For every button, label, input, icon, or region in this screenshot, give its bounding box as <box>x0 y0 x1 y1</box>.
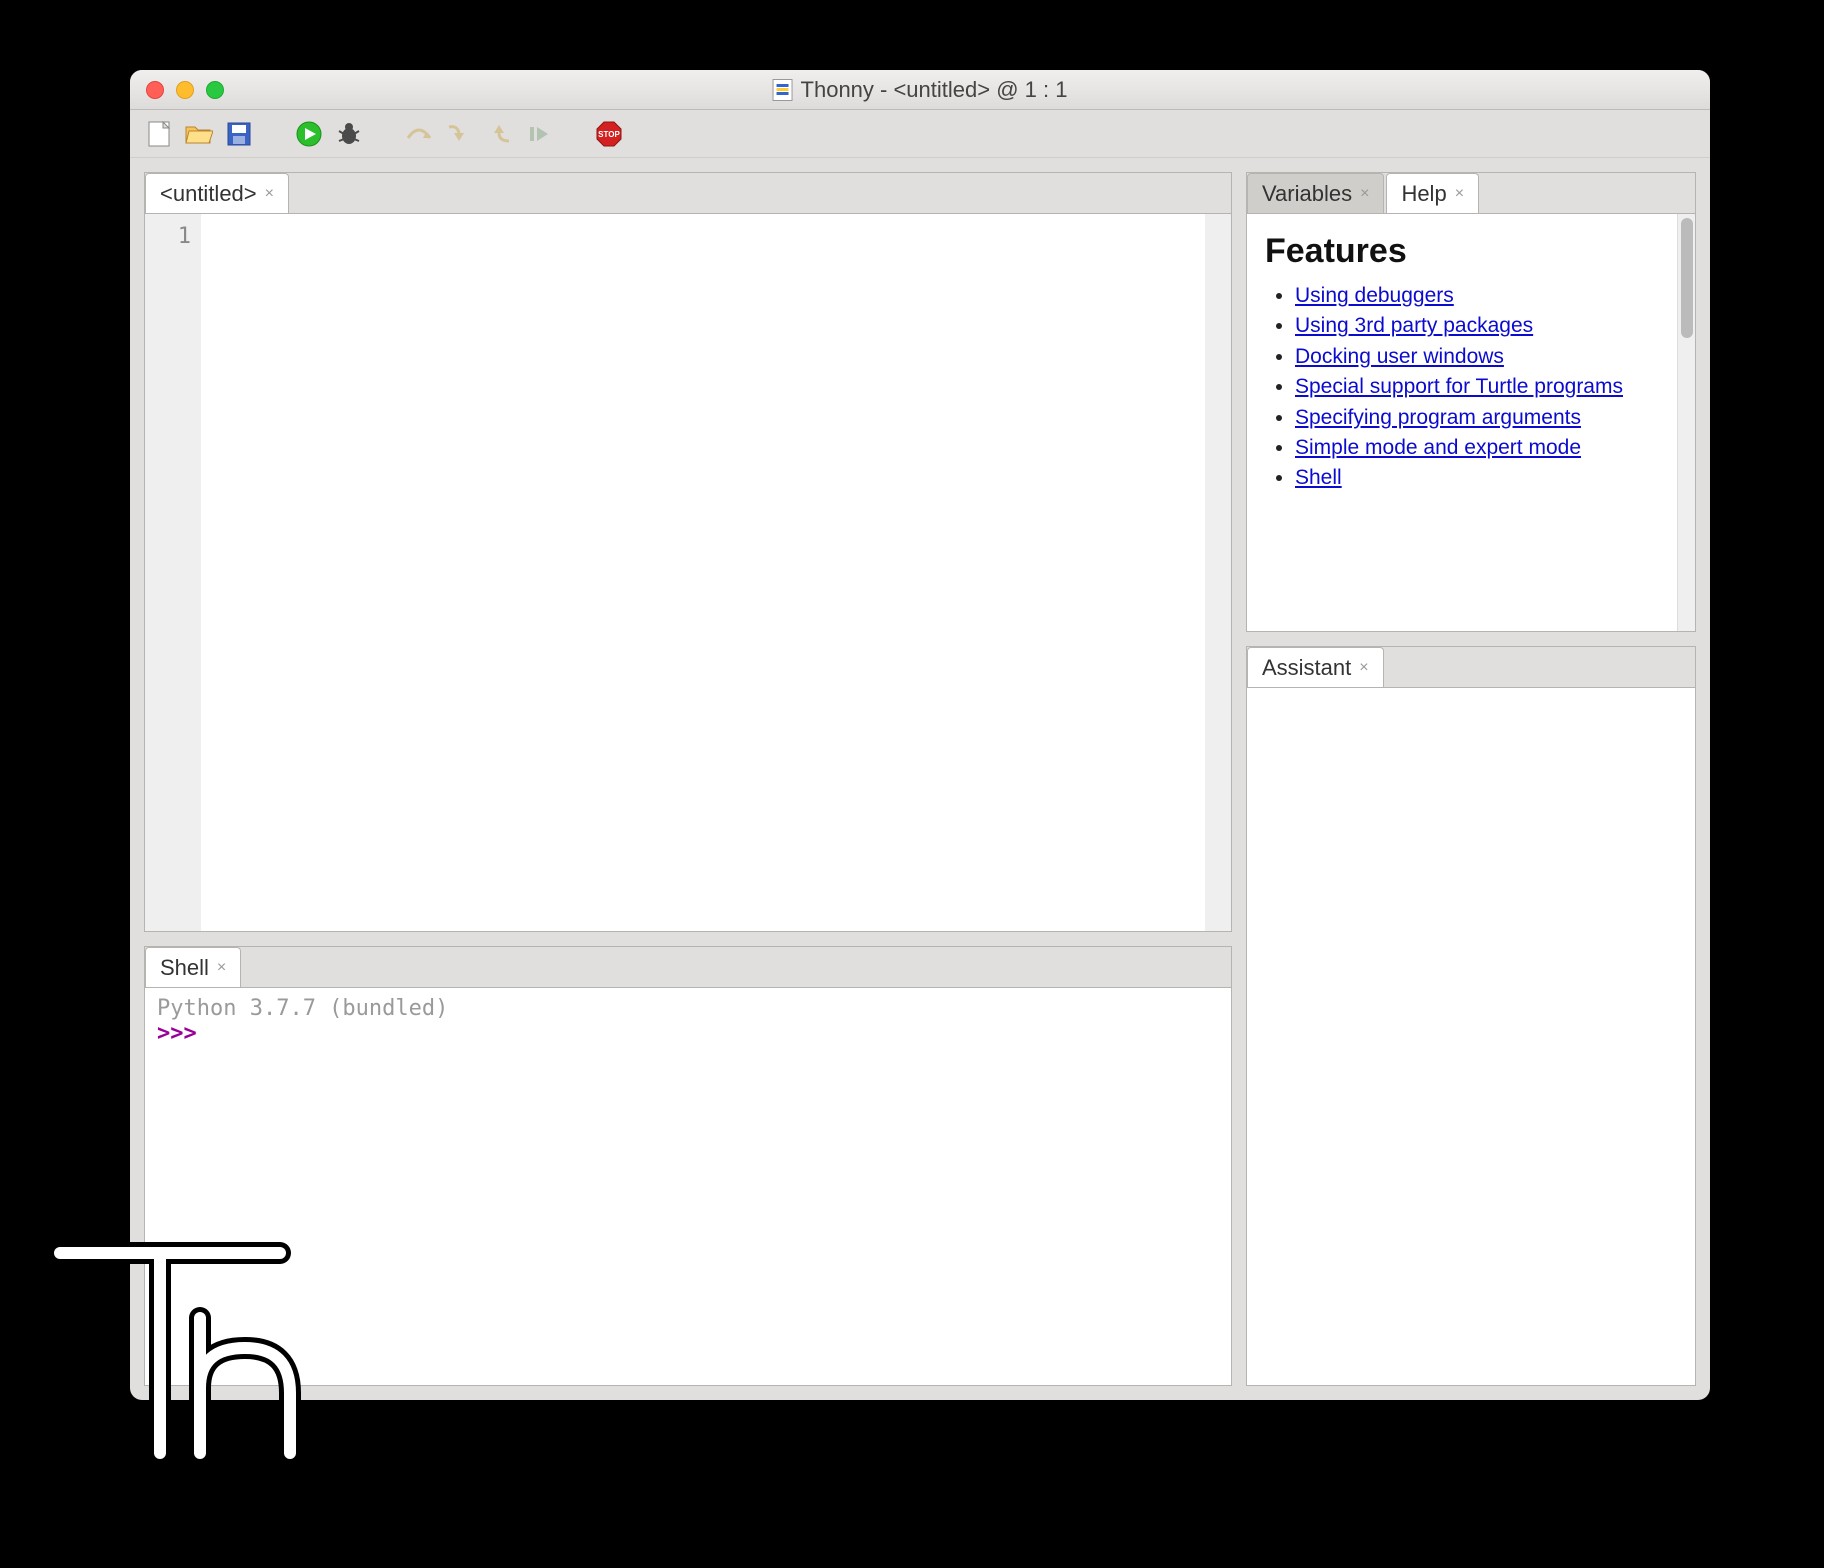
run-icon <box>296 121 322 147</box>
assistant-tab-label: Assistant <box>1262 655 1351 681</box>
workspace: <untitled> × 1 <box>130 158 1710 1400</box>
titlebar: Thonny - <untitled> @ 1 : 1 <box>130 70 1710 110</box>
shell-panel: Shell × Python 3.7.7 (bundled) >>> <box>144 946 1232 1386</box>
help-tab-label: Help <box>1401 181 1446 207</box>
window-controls <box>146 81 224 99</box>
help-link[interactable]: Docking user windows <box>1295 345 1504 368</box>
help-panel: Variables × Help × Features Using debug <box>1246 172 1696 632</box>
assistant-tabs: Assistant × <box>1247 647 1695 687</box>
app-window: Thonny - <untitled> @ 1 : 1 <box>130 70 1710 1400</box>
assistant-panel: Assistant × <box>1246 646 1696 1386</box>
shell-version-text: Python 3.7.7 (bundled) <box>157 996 1219 1021</box>
help-link[interactable]: Special support for Turtle programs <box>1295 375 1623 398</box>
help-link[interactable]: Simple mode and expert mode <box>1295 436 1581 459</box>
zoom-window-button[interactable] <box>206 81 224 99</box>
editor-tab-untitled[interactable]: <untitled> × <box>145 173 289 213</box>
toolbar: STOP <box>130 110 1710 158</box>
help-feature-list: Using debuggers Using 3rd party packages… <box>1265 281 1659 493</box>
help-body: Features Using debuggers Using 3rd party… <box>1247 213 1695 631</box>
close-icon[interactable]: × <box>1455 185 1464 203</box>
help-link[interactable]: Specifying program arguments <box>1295 406 1581 429</box>
assistant-body[interactable] <box>1247 687 1695 1385</box>
line-number: 1 <box>145 224 191 249</box>
new-file-icon <box>148 121 170 147</box>
debug-button[interactable] <box>334 119 364 149</box>
side-tabs: Variables × Help × <box>1247 173 1695 213</box>
close-icon[interactable]: × <box>265 185 274 203</box>
shell-tab-label: Shell <box>160 955 209 981</box>
window-title-text: Thonny - <untitled> @ 1 : 1 <box>801 77 1068 103</box>
stop-icon: STOP <box>595 120 623 148</box>
step-out-icon <box>487 123 511 145</box>
shell-tab[interactable]: Shell × <box>145 947 241 987</box>
window-title: Thonny - <untitled> @ 1 : 1 <box>773 77 1068 103</box>
stop-button[interactable]: STOP <box>594 119 624 149</box>
resume-button[interactable] <box>524 119 554 149</box>
document-icon <box>773 79 793 101</box>
editor-margin <box>1205 214 1231 931</box>
debug-icon <box>336 121 362 147</box>
close-window-button[interactable] <box>146 81 164 99</box>
scrollbar-thumb[interactable] <box>1681 218 1693 338</box>
resume-icon <box>528 123 550 145</box>
step-into-button[interactable] <box>444 119 474 149</box>
line-number-gutter: 1 <box>145 214 201 931</box>
open-file-icon <box>185 123 213 145</box>
left-column: <untitled> × 1 <box>144 172 1232 1386</box>
help-link[interactable]: Using debuggers <box>1295 284 1454 307</box>
right-column: Variables × Help × Features Using debug <box>1246 172 1696 1386</box>
editor-tab-label: <untitled> <box>160 181 257 207</box>
editor-body: 1 <box>145 213 1231 931</box>
minimize-window-button[interactable] <box>176 81 194 99</box>
close-icon[interactable]: × <box>217 959 226 977</box>
help-heading: Features <box>1265 232 1659 271</box>
step-into-icon <box>447 123 471 145</box>
code-editor[interactable] <box>201 214 1205 931</box>
step-over-icon <box>406 124 432 144</box>
help-link[interactable]: Using 3rd party packages <box>1295 314 1533 337</box>
editor-tabs: <untitled> × <box>145 173 1231 213</box>
editor-panel: <untitled> × 1 <box>144 172 1232 932</box>
open-file-button[interactable] <box>184 119 214 149</box>
step-over-button[interactable] <box>404 119 434 149</box>
close-icon[interactable]: × <box>1360 185 1369 203</box>
tab-variables[interactable]: Variables × <box>1247 173 1384 213</box>
step-out-button[interactable] <box>484 119 514 149</box>
variables-tab-label: Variables <box>1262 181 1352 207</box>
save-button[interactable] <box>224 119 254 149</box>
run-button[interactable] <box>294 119 324 149</box>
shell-tabs: Shell × <box>145 947 1231 987</box>
help-link[interactable]: Shell <box>1295 466 1342 489</box>
save-icon <box>227 122 251 146</box>
new-file-button[interactable] <box>144 119 174 149</box>
help-scrollbar[interactable] <box>1677 214 1695 631</box>
tab-assistant[interactable]: Assistant × <box>1247 647 1384 687</box>
shell-body[interactable]: Python 3.7.7 (bundled) >>> <box>145 987 1231 1385</box>
close-icon[interactable]: × <box>1359 659 1368 677</box>
shell-prompt: >>> <box>157 1021 197 1046</box>
tab-help[interactable]: Help × <box>1386 173 1479 213</box>
svg-text:STOP: STOP <box>598 130 620 139</box>
